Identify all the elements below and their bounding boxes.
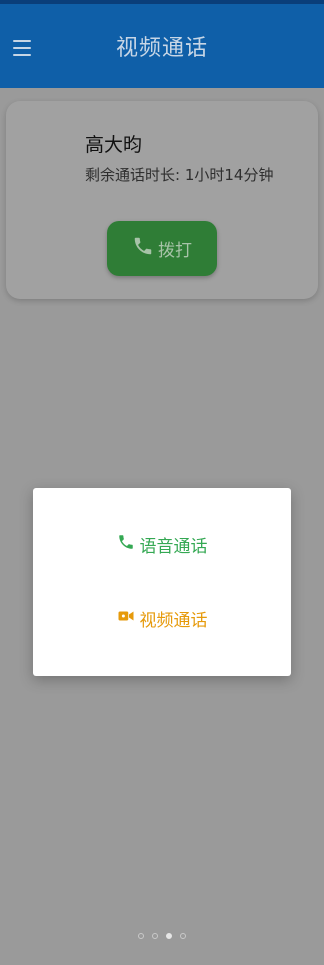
- page-dot[interactable]: [138, 933, 144, 939]
- remaining-time: 剩余通话时长: 1小时14分钟: [85, 166, 274, 184]
- dial-button[interactable]: 拨打: [107, 221, 217, 276]
- page-indicator: [0, 933, 324, 939]
- call-type-dialog: 语音通话 视频通话: [33, 488, 291, 676]
- page-dot[interactable]: [152, 933, 158, 939]
- voice-call-option[interactable]: 语音通话: [33, 519, 291, 569]
- video-call-label: 视频通话: [139, 610, 208, 631]
- dial-button-label: 拨打: [158, 241, 192, 261]
- video-camera-icon: [117, 607, 135, 630]
- voice-call-label: 语音通话: [139, 536, 208, 557]
- page-title: 视频通话: [115, 36, 208, 61]
- app-bar: 视频通话: [0, 4, 324, 88]
- contact-name: 高大昀: [85, 134, 143, 156]
- page-dot-active[interactable]: [166, 933, 172, 939]
- contact-card: 高大昀 剩余通话时长: 1小时14分钟 拨打: [6, 101, 318, 299]
- page-dot[interactable]: [180, 933, 186, 939]
- phone-icon: [132, 235, 154, 262]
- video-call-option[interactable]: 视频通话: [33, 593, 291, 643]
- phone-icon: [117, 533, 135, 556]
- menu-icon[interactable]: [13, 40, 31, 56]
